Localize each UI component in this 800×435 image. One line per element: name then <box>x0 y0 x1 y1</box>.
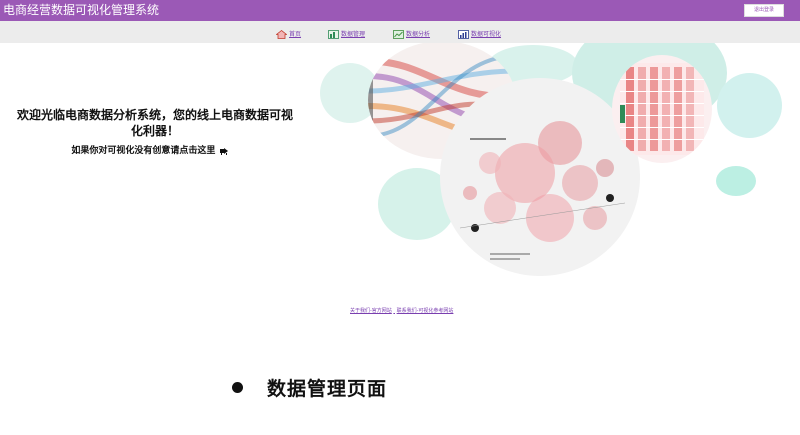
logout-button[interactable]: 退出登录 <box>744 4 784 17</box>
hero-heading-line1: 欢迎光临电商数据分析系统，您的线上电商数据可视 <box>16 108 293 122</box>
section-heading: 数据管理页面 <box>232 374 387 401</box>
hero-background <box>0 43 800 333</box>
bullet-icon <box>232 382 243 393</box>
home-icon <box>276 30 287 39</box>
nav-item-data-visual[interactable]: 数据可视化 <box>458 25 501 39</box>
pointer-icon <box>219 147 228 155</box>
nav-item-label: 数据管理 <box>341 31 366 38</box>
nav-item-label: 数据分析 <box>406 31 431 38</box>
nav-item-label: 首页 <box>289 31 302 38</box>
table-chart-image <box>612 55 712 163</box>
data-analysis-icon <box>393 30 404 39</box>
data-visual-icon <box>458 30 469 39</box>
hero-prompt-text: 如果你对可视化没有创意请点击这里 <box>71 146 216 156</box>
nav-item-home[interactable]: 首页 <box>276 25 301 39</box>
nav-item-data-manage[interactable]: 数据管理 <box>328 25 365 39</box>
section-title: 数据管理页面 <box>267 378 388 400</box>
data-manage-icon <box>328 30 339 39</box>
app-title: 电商经营数据可视化管理系统 <box>3 3 160 17</box>
hero-heading-line2: 化利器！ <box>130 124 179 138</box>
nav-item-label: 数据可视化 <box>471 31 502 38</box>
nav-item-data-analysis[interactable]: 数据分析 <box>393 25 430 39</box>
hero-prompt-link[interactable]: 如果你对可视化没有创意请点击这里 <box>0 145 300 157</box>
decor-bubble <box>717 73 782 138</box>
footer-link-about[interactable]: 关于我们-官方网站 <box>350 308 392 314</box>
footer-links: 关于我们-官方网站 联系我们-可视化参考网站 <box>350 307 453 314</box>
footer-link-contact[interactable]: 联系我们-可视化参考网站 <box>397 308 454 314</box>
decor-bubble <box>716 166 756 196</box>
hero-heading: 欢迎光临电商数据分析系统，您的线上电商数据可视 化利器！ <box>0 107 310 139</box>
bubble-chart-image <box>440 78 640 276</box>
nav-bar: 首页 数据管理 数据分析 数据可视化 <box>0 21 800 43</box>
top-bar: 电商经营数据可视化管理系统 退出登录 <box>0 0 800 21</box>
